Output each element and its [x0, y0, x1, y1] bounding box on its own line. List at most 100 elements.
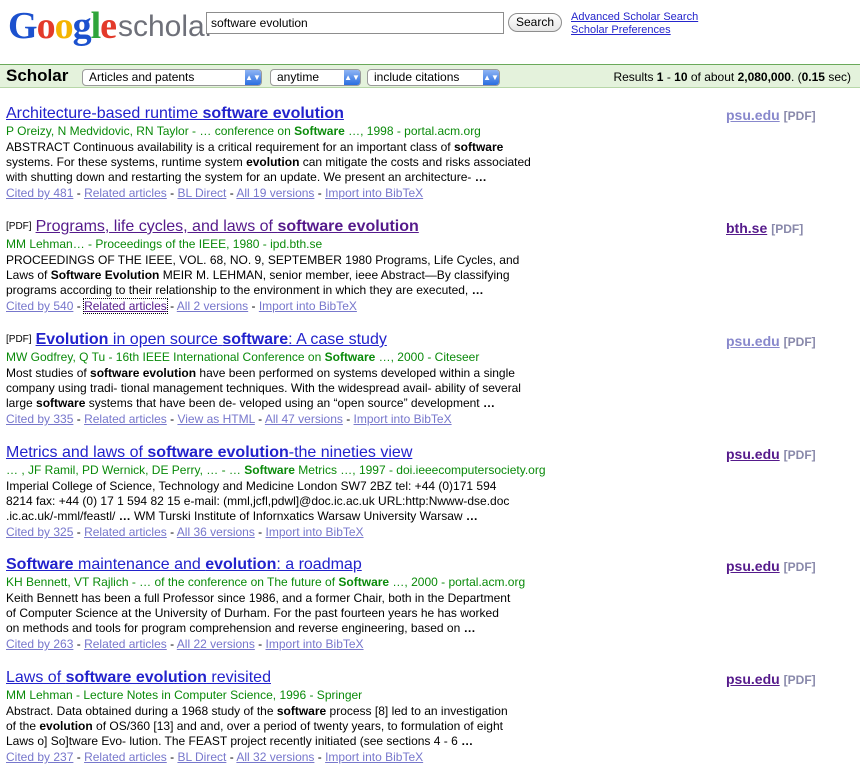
related-articles-link[interactable]: Related articles [84, 412, 167, 426]
result-title: Architecture-based runtime software evol… [6, 105, 606, 123]
chevron-down-icon: ▲▼ [483, 70, 499, 85]
result-links: Cited by 481 - Related articles - BL Dir… [6, 186, 424, 200]
result-title: Software maintenance and evolution: a ro… [6, 556, 606, 574]
cited-by-link[interactable]: Cited by 325 [6, 525, 73, 539]
result-meta: KH Bennett, VT Rajlich - … of the confer… [6, 575, 526, 589]
filter-time-value: anytime [277, 70, 320, 84]
result-meta: … , JF Ramil, PD Wernick, DE Perry, … - … [6, 463, 546, 477]
header-links: Advanced Scholar Search Scholar Preferen… [571, 11, 698, 37]
search-result: [PDF] Evolution in open source software: … [6, 331, 606, 427]
result-source: bth.se [PDF] [726, 219, 803, 238]
result-title: Metrics and laws of software evolution-t… [6, 444, 606, 462]
result-meta: MW Godfrey, Q Tu - 16th IEEE Internation… [6, 350, 480, 364]
search-result: Laws of software evolution revisited MM … [6, 669, 606, 765]
cited-by-link[interactable]: Cited by 263 [6, 637, 73, 651]
source-domain-link[interactable]: psu.edu [726, 446, 780, 462]
result-links: Cited by 237 - Related articles - BL Dir… [6, 750, 424, 764]
result-source: psu.edu [PDF] [726, 332, 816, 351]
logo-letter: l [90, 5, 102, 47]
related-articles-link[interactable]: Related articles [84, 750, 167, 764]
bl-direct-link[interactable]: BL Direct [177, 750, 226, 764]
result-title-link[interactable]: Laws of software evolution revisited [6, 669, 271, 686]
result-meta: P Oreizy, N Medvidovic, RN Taylor - … co… [6, 124, 481, 138]
result-meta: MM Lehman… - Proceedings of the IEEE, 19… [6, 237, 323, 251]
result-snippet: Keith Bennett has been a full Professor … [6, 591, 511, 635]
search-button[interactable]: Search [508, 13, 562, 32]
pdf-tag: [PDF] [6, 221, 32, 232]
result-source: psu.edu [PDF] [726, 445, 816, 464]
all-versions-link[interactable]: All 22 versions [177, 637, 255, 651]
pdf-label: [PDF] [783, 560, 816, 574]
pdf-label: [PDF] [783, 335, 816, 349]
cited-by-link[interactable]: Cited by 335 [6, 412, 73, 426]
chevron-down-icon: ▲▼ [344, 70, 360, 85]
search-result: [PDF] Programs, life cycles, and laws of … [6, 218, 606, 314]
search-result: Architecture-based runtime software evol… [6, 105, 606, 201]
filter-type-select[interactable]: Articles and patents ▲▼ [82, 69, 262, 86]
result-links: Cited by 325 - Related articles - All 36… [6, 525, 364, 539]
pdf-tag: [PDF] [6, 334, 32, 345]
result-meta: MM Lehman - Lecture Notes in Computer Sc… [6, 688, 363, 702]
source-domain-link[interactable]: bth.se [726, 220, 767, 236]
import-bibtex-link[interactable]: Import into BibTeX [266, 525, 364, 539]
all-versions-link[interactable]: All 2 versions [177, 299, 248, 313]
result-snippet: Imperial College of Science, Technology … [6, 479, 510, 523]
logo-letter: G [8, 5, 38, 47]
search-result: Metrics and laws of software evolution-t… [6, 444, 606, 540]
scholar-logo-text: scholar [118, 10, 215, 43]
logo-letter: e [100, 5, 117, 47]
result-title-link[interactable]: Programs, life cycles, and laws of softw… [36, 218, 419, 235]
filter-time-select[interactable]: anytime ▲▼ [270, 69, 361, 86]
pdf-label: [PDF] [783, 673, 816, 687]
view-html-link[interactable]: View as HTML [177, 412, 254, 426]
source-domain-link[interactable]: psu.edu [726, 558, 780, 574]
logo-letter: o [54, 5, 74, 47]
filter-citations-value: include citations [374, 70, 460, 84]
pdf-label: [PDF] [783, 109, 816, 123]
result-title-link[interactable]: Evolution in open source software: A cas… [36, 331, 387, 348]
result-title-link[interactable]: Software maintenance and evolution: a ro… [6, 556, 362, 573]
pdf-label: [PDF] [771, 222, 804, 236]
result-snippet: Abstract. Data obtained during a 1968 st… [6, 704, 508, 748]
all-versions-link[interactable]: All 32 versions [236, 750, 314, 764]
result-title: Laws of software evolution revisited [6, 669, 606, 687]
result-source: psu.edu [PDF] [726, 557, 816, 576]
header: Google scholar Search Advanced Scholar S… [0, 0, 860, 60]
preferences-link[interactable]: Scholar Preferences [571, 24, 698, 37]
bl-direct-link[interactable]: BL Direct [177, 186, 226, 200]
related-articles-link[interactable]: Related articles [84, 525, 167, 539]
search-input[interactable] [206, 12, 504, 34]
all-versions-link[interactable]: All 47 versions [265, 412, 343, 426]
related-articles-link[interactable]: Related articles [84, 186, 167, 200]
source-domain-link[interactable]: psu.edu [726, 333, 780, 349]
search-result: Software maintenance and evolution: a ro… [6, 556, 606, 652]
cited-by-link[interactable]: Cited by 481 [6, 186, 73, 200]
all-versions-link[interactable]: All 36 versions [177, 525, 255, 539]
result-title-link[interactable]: Metrics and laws of software evolution-t… [6, 444, 412, 461]
result-title: [PDF] Evolution in open source software: … [6, 331, 606, 349]
import-bibtex-link[interactable]: Import into BibTeX [325, 750, 423, 764]
result-source: psu.edu [PDF] [726, 670, 816, 689]
source-domain-link[interactable]: psu.edu [726, 107, 780, 123]
scholar-toolbar: Scholar Articles and patents ▲▼ anytime … [0, 64, 860, 88]
related-articles-link[interactable]: Related articles [84, 637, 167, 651]
import-bibtex-link[interactable]: Import into BibTeX [354, 412, 452, 426]
pdf-label: [PDF] [783, 448, 816, 462]
import-bibtex-link[interactable]: Import into BibTeX [266, 637, 364, 651]
import-bibtex-link[interactable]: Import into BibTeX [325, 186, 423, 200]
toolbar-title: Scholar [6, 66, 69, 85]
all-versions-link[interactable]: All 19 versions [236, 186, 314, 200]
result-links: Cited by 263 - Related articles - All 22… [6, 637, 364, 651]
results-count: Results 1 - 10 of about 2,080,000. (0.15… [613, 70, 851, 84]
google-logo[interactable]: Google [8, 5, 117, 47]
advanced-search-link[interactable]: Advanced Scholar Search [571, 11, 698, 24]
result-title-link[interactable]: Architecture-based runtime software evol… [6, 105, 344, 122]
filter-citations-select[interactable]: include citations ▲▼ [367, 69, 500, 86]
cited-by-link[interactable]: Cited by 237 [6, 750, 73, 764]
logo-letter: g [72, 5, 92, 47]
source-domain-link[interactable]: psu.edu [726, 671, 780, 687]
result-snippet: ABSTRACT Continuous availability is a cr… [6, 140, 531, 184]
related-articles-link[interactable]: Related articles [83, 298, 168, 314]
cited-by-link[interactable]: Cited by 540 [6, 299, 73, 313]
import-bibtex-link[interactable]: Import into BibTeX [259, 299, 357, 313]
